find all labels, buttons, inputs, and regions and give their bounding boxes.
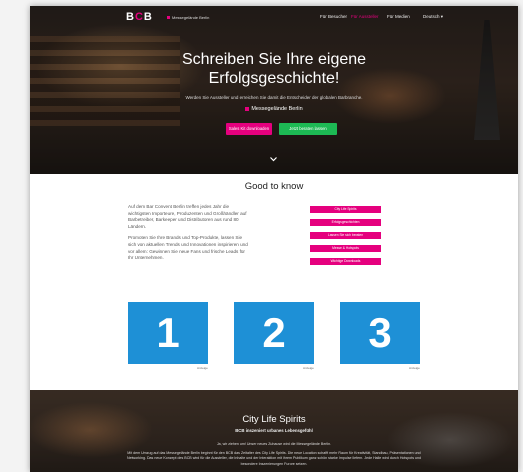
city-life-heading: City Life Spirits (242, 414, 306, 425)
city-life-text: Ja, wir ziehen um! Unser neues Zuhause w… (126, 442, 422, 466)
get-advice-button[interactable]: Jetzt beraten lassen (279, 123, 337, 135)
promo-caption-2: Anzeige (303, 366, 314, 370)
hero-section: BCB Messegelände Berlin Für Besucher Für… (30, 6, 518, 174)
logo-location: Messegelände Berlin (167, 15, 209, 20)
promo-caption-3: Anzeige (409, 366, 420, 370)
promo-tile-2[interactable]: 2 (234, 302, 314, 364)
promo-caption-1: Anzeige (197, 366, 208, 370)
hero-subtitle: Werden Sie Aussteller und erreichen Sie … (185, 95, 363, 100)
top-navigation: BCB Messegelände Berlin Für Besucher Für… (30, 6, 518, 28)
good-to-know-text: Auf dem Bar Convent Berlin treffen jedes… (128, 204, 248, 261)
bcb-logo[interactable]: BCB (126, 11, 153, 23)
location-pin-icon (245, 106, 250, 111)
sales-kit-download-button[interactable]: Sales Kit downloaden (226, 123, 272, 135)
downloads-button[interactable]: Wichtige Downloads (310, 258, 381, 265)
chevron-down-icon[interactable] (270, 157, 277, 164)
hero-location: Messegelände Berlin (30, 106, 518, 112)
fair-hotspots-button[interactable]: Messe & Hotspots (310, 245, 381, 252)
promo-tile-1[interactable]: 1 (128, 302, 208, 364)
language-select[interactable]: Deutsch ▾ (423, 14, 443, 20)
nav-link-media[interactable]: Für Medien (387, 14, 410, 19)
location-pin-icon (167, 16, 170, 20)
good-to-know-heading: Good to know (244, 181, 304, 192)
city-life-spirits-button[interactable]: City Life Spirits (310, 206, 381, 213)
good-to-know-links: City Life Spirits Erfolgsgeschichten Las… (310, 206, 381, 271)
success-stories-button[interactable]: Erfolgsgeschichten (310, 219, 381, 226)
hero-title: Schreiben Sie Ihre eigene Erfolgsgeschic… (181, 51, 367, 87)
nav-link-visitors[interactable]: Für Besucher (320, 14, 347, 19)
get-consulting-button[interactable]: Lassen Sie sich beraten (310, 232, 381, 239)
promo-tile-3[interactable]: 3 (340, 302, 420, 364)
nav-link-exhibitors[interactable]: Für Aussteller (351, 14, 379, 19)
browser-page: BCB Messegelände Berlin Für Besucher Für… (30, 6, 518, 472)
city-life-subheading: BCB inszeniert urbanes Lebensgefühl (235, 428, 313, 433)
city-life-section: City Life Spirits BCB inszeniert urbanes… (30, 390, 518, 472)
